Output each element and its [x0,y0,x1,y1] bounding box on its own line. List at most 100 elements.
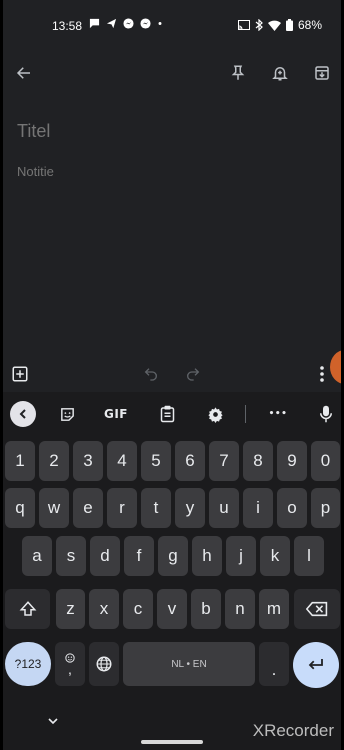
sticker-button[interactable] [55,402,79,426]
navigation-bar: XRecorder [0,700,344,750]
redo-button[interactable] [179,360,207,388]
wifi-icon [267,20,281,31]
emoji-comma-key[interactable]: , [55,642,85,686]
key-s[interactable]: s [56,536,86,576]
gesture-handle[interactable] [141,740,203,744]
add-box-button[interactable] [6,360,34,388]
key-z[interactable]: z [56,589,85,629]
key-a[interactable]: a [22,536,52,576]
cast-icon [237,19,250,30]
more-vert-icon [320,366,324,382]
messenger-icon-2 [140,18,151,29]
note-top-bar [0,56,344,92]
space-key[interactable]: NL • EN [123,642,255,686]
key-4[interactable]: 4 [107,441,137,481]
title-input[interactable] [17,121,317,142]
status-bar: 13:58 68% [0,0,344,52]
key-t[interactable]: t [141,488,171,528]
key-v[interactable]: v [157,589,187,629]
key-9[interactable]: 9 [277,441,307,481]
settings-button[interactable] [203,402,227,426]
pin-button[interactable] [224,59,252,87]
keyboard-toolbar: GIF ••• [0,392,344,436]
add-alert-icon [272,67,288,81]
key-2[interactable]: 2 [39,441,69,481]
enter-icon [308,659,323,670]
frame-left [0,0,3,750]
key-h[interactable]: h [192,536,222,576]
key-6[interactable]: 6 [175,441,205,481]
notification-icons [89,18,163,29]
shift-key[interactable] [5,589,50,629]
key-b[interactable]: b [191,589,221,629]
back-arrow-icon [16,67,30,79]
key-j[interactable]: j [226,536,256,576]
clipboard-button[interactable] [155,402,179,426]
key-5[interactable]: 5 [141,441,171,481]
note-body-input[interactable] [17,164,317,179]
language-key[interactable] [89,642,119,686]
gif-button[interactable]: GIF [102,402,130,426]
keyboard-collapse-button[interactable] [10,401,36,427]
key-w[interactable]: w [39,488,69,528]
key-c[interactable]: c [123,589,153,629]
bluetooth-icon [255,19,263,31]
microphone-icon [320,405,332,423]
sticker-icon [60,407,74,421]
key-7[interactable]: 7 [209,441,239,481]
more-toolbar-button[interactable]: ••• [264,402,292,426]
key-r[interactable]: r [107,488,137,528]
toolbar-divider [245,405,246,423]
telegram-icon [106,18,117,29]
note-bottom-bar [0,360,344,390]
key-y[interactable]: y [175,488,205,528]
key-0[interactable]: 0 [311,441,340,481]
key-g[interactable]: g [158,536,188,576]
hide-keyboard-button[interactable] [46,714,60,732]
more-notifications-icon [158,22,162,25]
chevron-left-icon [19,409,26,419]
key-d[interactable]: d [90,536,120,576]
period-key[interactable]: . [259,642,289,686]
key-p[interactable]: p [311,488,340,528]
backspace-key[interactable] [294,589,340,629]
shift-icon [19,601,36,616]
key-e[interactable]: e [73,488,103,528]
status-time: 13:58 [52,19,83,33]
battery-icon [285,19,293,31]
redo-icon [187,368,200,381]
key-3[interactable]: 3 [73,441,103,481]
gear-icon [207,406,223,423]
clipboard-icon [160,405,174,423]
undo-button[interactable] [137,360,165,388]
keyboard: GIF ••• 1 2 3 4 5 6 7 8 9 0 q w e r t y … [0,392,344,750]
message-icon [89,18,100,29]
key-q[interactable]: q [5,488,35,528]
key-x[interactable]: x [89,589,119,629]
screen: 13:58 68% Titel Notitie GIF ••• 1 2 3 4 … [0,0,344,750]
key-f[interactable]: f [124,536,154,576]
key-n[interactable]: n [225,589,255,629]
key-l[interactable]: l [294,536,324,576]
symbols-key[interactable]: ?123 [5,642,51,686]
key-u[interactable]: u [209,488,239,528]
globe-icon [96,656,112,672]
battery-percentage: 68% [297,18,322,32]
key-8[interactable]: 8 [243,441,273,481]
undo-icon [144,368,157,381]
enter-key[interactable] [293,642,339,688]
key-k[interactable]: k [260,536,290,576]
xrecorder-watermark: XRecorder [252,721,334,740]
key-1[interactable]: 1 [5,441,35,481]
voice-input-button[interactable] [314,402,338,426]
messenger-icon [123,18,134,29]
key-o[interactable]: o [277,488,307,528]
key-m[interactable]: m [259,589,289,629]
archive-button[interactable] [308,59,336,87]
comma-label: , [68,661,72,677]
reminder-button[interactable] [266,59,294,87]
key-i[interactable]: i [243,488,273,528]
back-button[interactable] [10,59,38,87]
chevron-down-icon [48,718,58,725]
backspace-icon [306,601,328,617]
